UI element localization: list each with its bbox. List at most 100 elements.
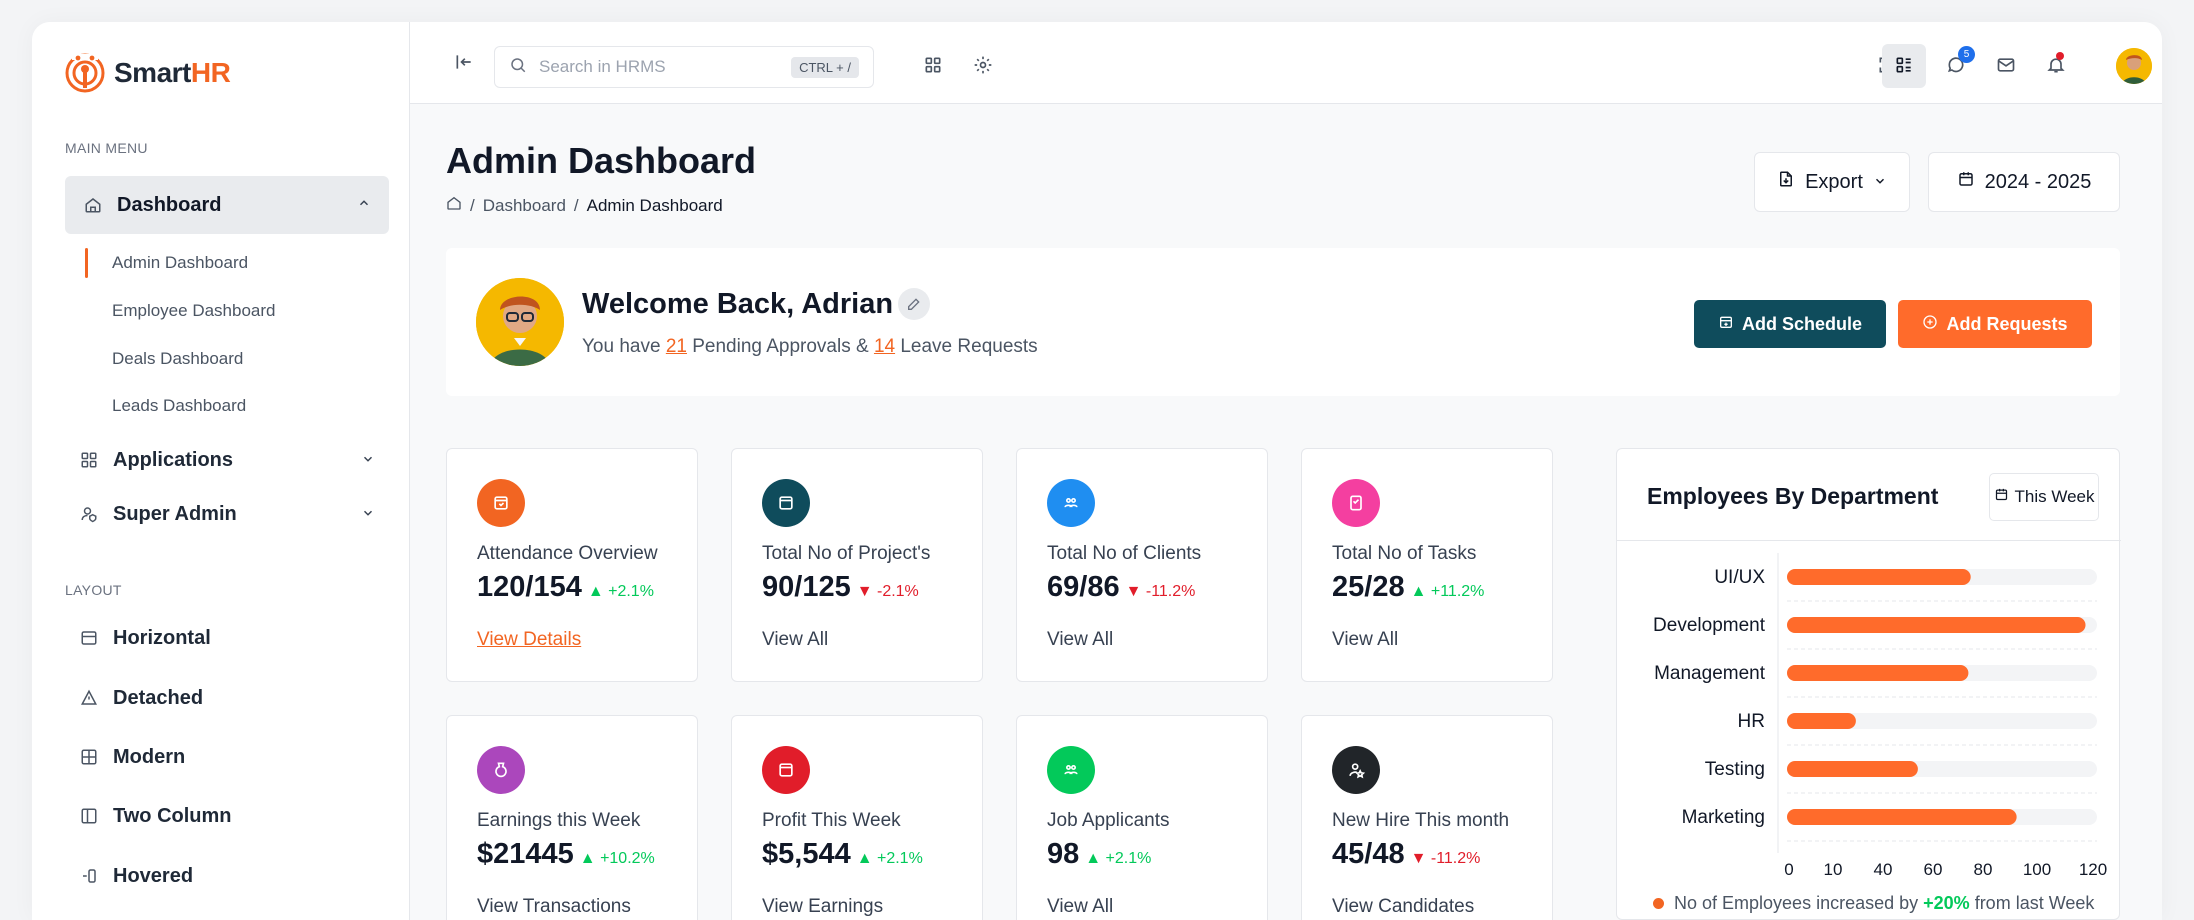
sidebar-subitem-leads-dashboard[interactable]: Leads Dashboard: [112, 396, 246, 416]
add-requests-label: Add Requests: [1946, 313, 2068, 334]
sidebar-item-dashboard[interactable]: Dashboard: [65, 176, 389, 234]
x-tick-label: 0: [1784, 860, 1793, 879]
category-label: UI/UX: [1714, 567, 1765, 588]
year-range-label: 2024 - 2025: [1984, 170, 2092, 193]
legend-dot: [1653, 898, 1664, 909]
stat-label: Earnings this Week: [477, 810, 641, 831]
sidebar-subitem-employee-dashboard[interactable]: Employee Dashboard: [112, 301, 275, 321]
chevron-down-icon: [361, 452, 375, 469]
stat-label: Total No of Project's: [762, 543, 931, 564]
period-filter-label: This Week: [2014, 487, 2095, 506]
category-label: Development: [1653, 615, 1766, 636]
sidebar-item-label: Super Admin: [113, 502, 237, 525]
category-label: Marketing: [1682, 807, 1765, 828]
home-icon: [83, 195, 103, 215]
collapse-sidebar-icon[interactable]: [454, 52, 474, 77]
sidebar-item-detached[interactable]: Detached: [65, 678, 389, 718]
bar-development: [1787, 617, 2086, 633]
layout-hovered-icon: [79, 866, 99, 886]
notification-dot: [2056, 52, 2064, 60]
sidebar-subitem-admin-dashboard[interactable]: Admin Dashboard: [112, 253, 248, 273]
mail-icon[interactable]: [1995, 54, 2017, 76]
sidebar: SmartHR MAIN MENU Dashboard Admin Dashbo…: [32, 22, 410, 920]
user-star-icon: [1332, 746, 1380, 794]
logo[interactable]: SmartHR: [64, 52, 231, 94]
page-title: Admin Dashboard: [446, 140, 757, 181]
export-button[interactable]: Export: [1754, 152, 1910, 212]
users-icon: [1047, 746, 1095, 794]
bar-testing: [1787, 761, 1918, 777]
chevron-up-icon: [357, 196, 371, 215]
stat-card-clients: Total No of Clients 69/86 ▼ -11.2% View All: [1016, 448, 1268, 682]
stat-link[interactable]: View All: [762, 629, 828, 651]
users-icon: [1047, 479, 1095, 527]
category-label: Testing: [1705, 759, 1765, 780]
sidebar-item-applications[interactable]: Applications: [65, 440, 389, 480]
x-tick-label: 120: [2079, 860, 2107, 879]
layout-label: LAYOUT: [65, 582, 122, 598]
chart-footer: No of Employees increased by +20% from l…: [1653, 893, 2094, 914]
stat-link[interactable]: View All: [1047, 629, 1113, 651]
topbar: Search in HRMS CTRL + / 5: [410, 22, 2162, 104]
stat-trend: ▲ +11.2%: [1410, 583, 1485, 600]
user-avatar[interactable]: [2116, 48, 2152, 84]
sidebar-item-hovered[interactable]: Hovered: [65, 856, 389, 896]
welcome-card: Welcome Back, Adrian You have 21 Pending…: [446, 248, 2120, 396]
period-filter-button[interactable]: This Week: [1989, 473, 2099, 521]
welcome-title: Welcome Back, Adrian: [582, 288, 894, 320]
breadcrumb-dashboard[interactable]: Dashboard: [483, 196, 566, 216]
stat-card-new-hire: New Hire This month 45/48 ▼ -11.2% View Can…: [1301, 715, 1553, 920]
layout-modern-icon: [79, 747, 99, 767]
bar-management: [1787, 665, 1969, 681]
edit-icon[interactable]: [898, 288, 930, 320]
calendar-icon: [762, 479, 810, 527]
sidebar-item-modern[interactable]: Modern: [65, 737, 389, 777]
stat-value: $21445 ▲ +10.2%: [477, 838, 655, 870]
search-shortcut: CTRL + /: [791, 56, 859, 78]
logo-icon: [64, 52, 106, 94]
stat-link[interactable]: View Details: [477, 629, 581, 651]
stat-link[interactable]: View All: [1332, 629, 1398, 651]
stat-value: 45/48 ▼ -11.2%: [1332, 838, 1481, 870]
pending-approvals-count[interactable]: 21: [666, 336, 687, 357]
leave-requests-count[interactable]: 14: [874, 336, 895, 357]
stat-card-job-applicants: Job Applicants 98 ▲ +2.1% View All: [1016, 715, 1268, 920]
stat-link[interactable]: View Candidates: [1332, 896, 1474, 918]
breadcrumb-separator: /: [470, 195, 475, 215]
active-indicator: [85, 248, 88, 278]
stat-label: Profit This Week: [762, 810, 901, 831]
welcome-subtitle: You have 21 Pending Approvals & 14 Leave…: [582, 336, 1038, 357]
breadcrumb-separator: /: [573, 195, 579, 215]
sidebar-item-label: Dashboard: [117, 193, 222, 216]
x-tick-label: 80: [1974, 860, 1993, 879]
sidebar-item-super-admin[interactable]: Super Admin: [65, 494, 389, 534]
stat-link[interactable]: View Earnings: [762, 896, 883, 918]
sidebar-item-two-column[interactable]: Two Column: [65, 796, 389, 836]
sidebar-item-label: Horizontal: [113, 626, 211, 649]
dashboard-layout-icon: [1893, 54, 1915, 76]
stat-label: Total No of Tasks: [1332, 543, 1477, 564]
sidebar-item-horizontal[interactable]: Horizontal: [65, 618, 389, 658]
stat-value: 90/125 ▼ -2.1%: [762, 571, 919, 603]
stat-label: Job Applicants: [1047, 810, 1170, 831]
chart-title: Employees By Department: [1647, 483, 1939, 509]
year-range-button[interactable]: 2024 - 2025: [1928, 152, 2120, 212]
add-requests-button[interactable]: Add Requests: [1898, 300, 2092, 348]
home-icon[interactable]: [446, 195, 462, 216]
stat-link[interactable]: View Transactions: [477, 896, 631, 918]
settings-icon[interactable]: [972, 54, 994, 76]
search-input[interactable]: Search in HRMS CTRL + /: [494, 46, 874, 88]
stat-value: 98 ▲ +2.1%: [1047, 838, 1152, 870]
grid-icon[interactable]: [922, 54, 944, 76]
search-placeholder: Search in HRMS: [539, 57, 666, 76]
bar-ui-ux: [1787, 569, 1971, 585]
add-schedule-button[interactable]: Add Schedule: [1694, 300, 1886, 348]
stat-link[interactable]: View All: [1047, 896, 1113, 918]
sidebar-item-label: Applications: [113, 448, 234, 471]
chevron-down-icon: [361, 506, 375, 523]
stat-trend: ▼ -11.2%: [1125, 583, 1196, 600]
sidebar-subitem-deals-dashboard[interactable]: Deals Dashboard: [112, 349, 243, 369]
calendar-icon: [1994, 487, 2009, 507]
layout-detached-icon: [79, 688, 99, 708]
stat-value: 25/28 ▲ +11.2%: [1332, 571, 1485, 603]
